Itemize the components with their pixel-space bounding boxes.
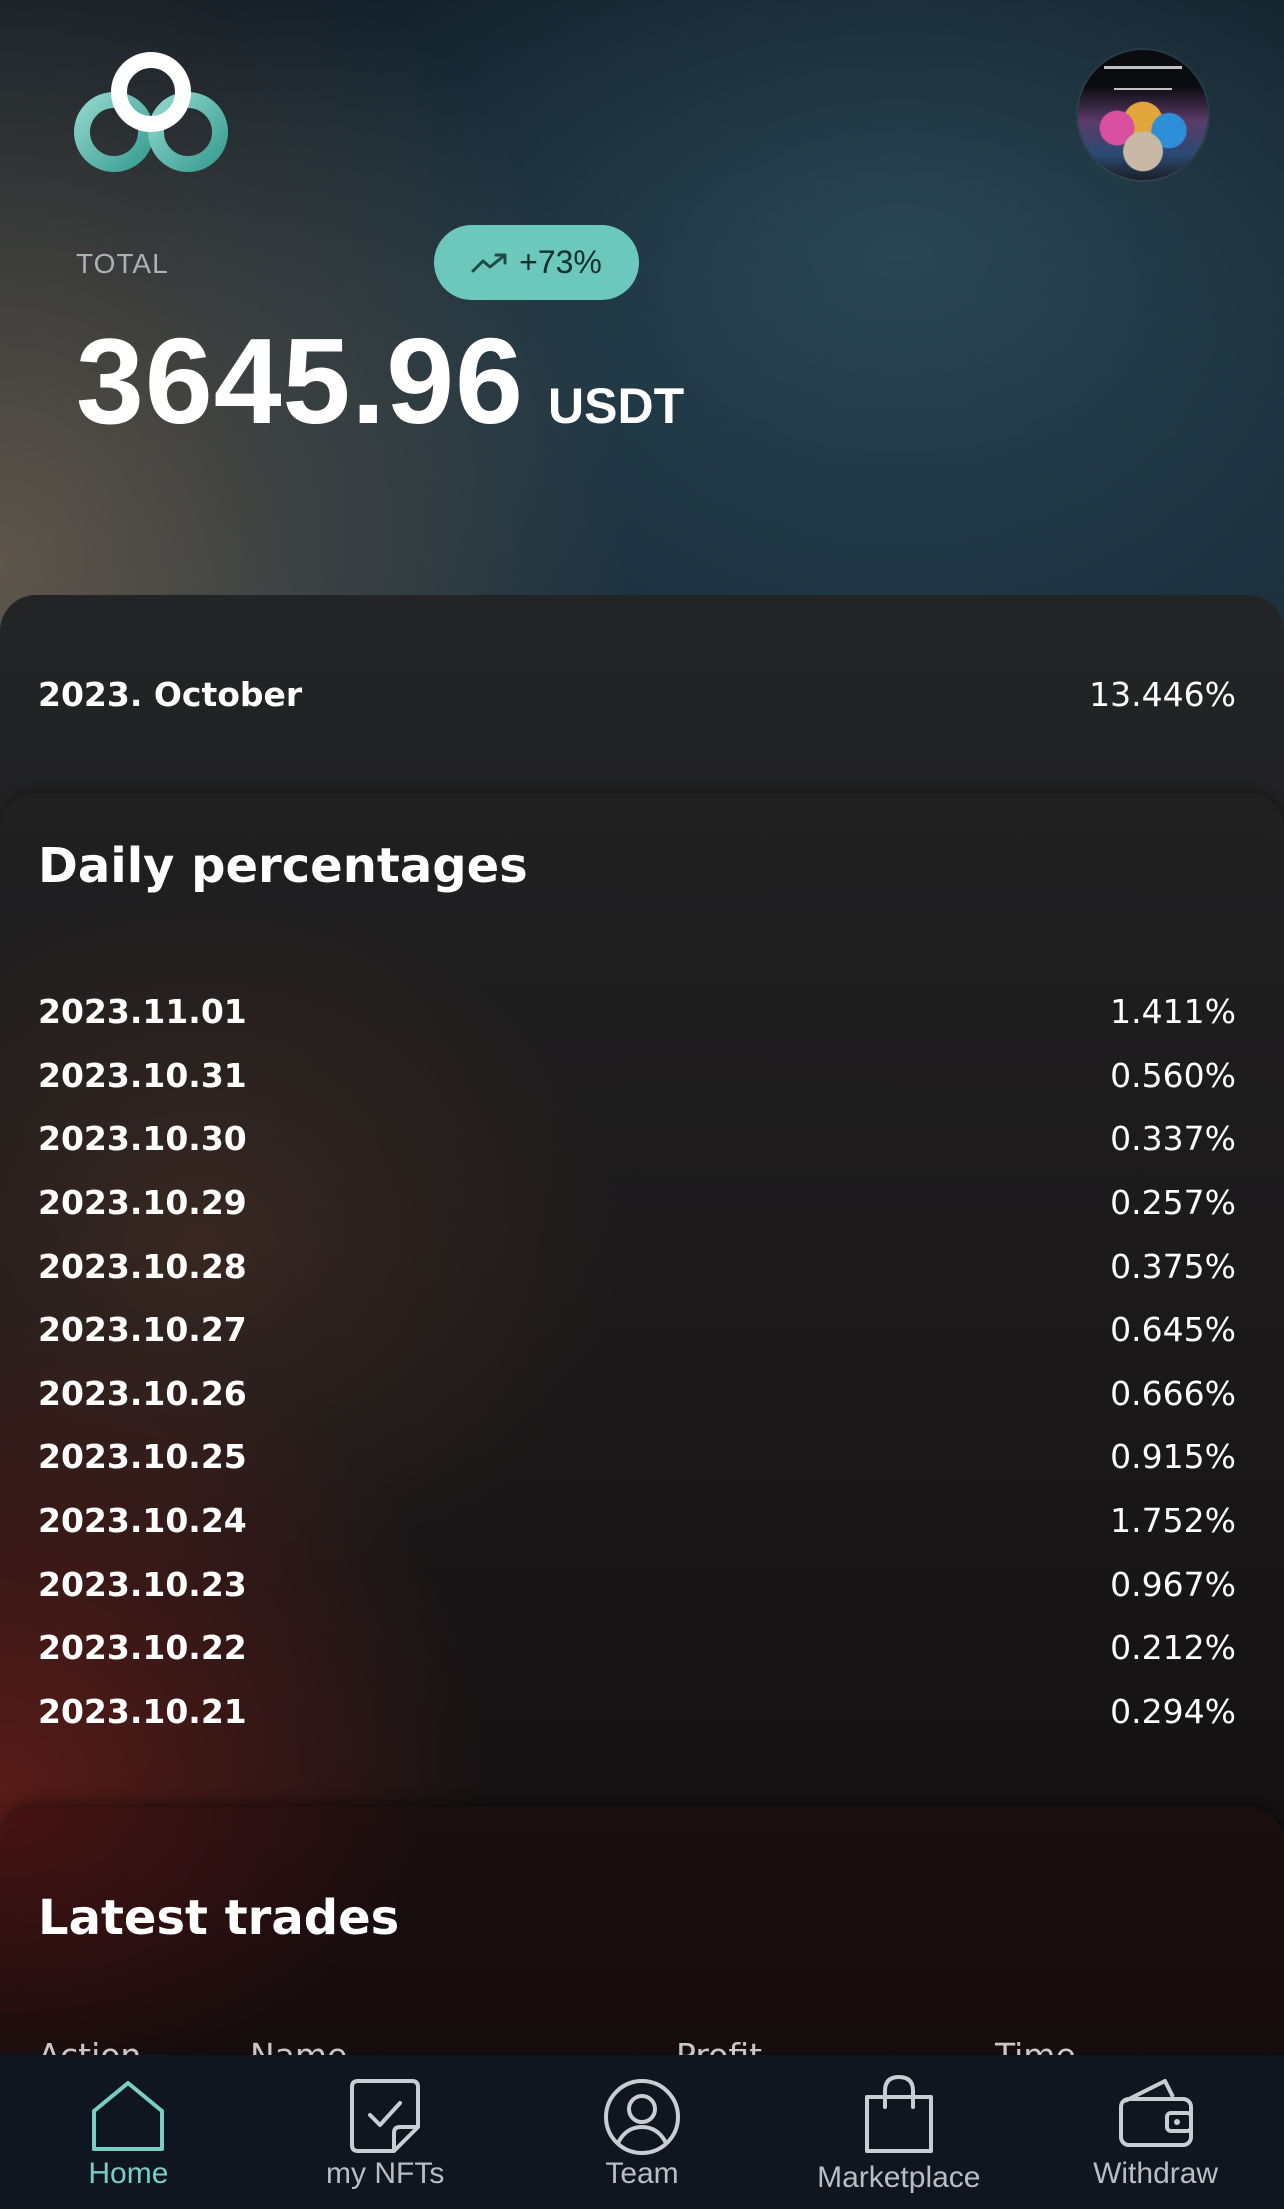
daily-row: 2023.10.22 0.212% bbox=[38, 1616, 1236, 1680]
shopping-bag-icon bbox=[864, 2074, 933, 2153]
app-logo bbox=[74, 52, 230, 174]
home-icon bbox=[92, 2081, 165, 2151]
daily-date: 2023.10.27 bbox=[38, 1310, 247, 1350]
daily-value: 1.752% bbox=[1110, 1501, 1236, 1541]
nav-home-label: Home bbox=[88, 2157, 169, 2190]
daily-value: 0.337% bbox=[1110, 1119, 1236, 1159]
latest-trades-title: Latest trades bbox=[38, 1890, 400, 1946]
daily-row: 2023.10.30 0.337% bbox=[38, 1107, 1236, 1171]
daily-date: 2023.10.24 bbox=[38, 1501, 247, 1541]
daily-value: 0.560% bbox=[1110, 1055, 1236, 1095]
daily-value: 0.645% bbox=[1110, 1310, 1236, 1350]
daily-date: 2023.11.01 bbox=[38, 992, 247, 1032]
daily-value: 0.967% bbox=[1110, 1564, 1236, 1604]
daily-value: 0.666% bbox=[1110, 1373, 1236, 1413]
daily-value: 1.411% bbox=[1110, 992, 1236, 1032]
daily-row: 2023.10.27 0.645% bbox=[38, 1298, 1236, 1362]
daily-value: 0.257% bbox=[1110, 1183, 1236, 1223]
nav-team-label: Team bbox=[605, 2157, 679, 2190]
nav-my-nfts-label: my NFTs bbox=[326, 2157, 445, 2190]
daily-row: 2023.10.21 0.294% bbox=[38, 1680, 1236, 1744]
daily-date: 2023.10.21 bbox=[38, 1691, 247, 1731]
daily-row: 2023.10.26 0.666% bbox=[38, 1362, 1236, 1426]
daily-percentages-title: Daily percentages bbox=[38, 838, 528, 894]
balance: 3645.96 USDT bbox=[76, 320, 684, 442]
change-badge: +73% bbox=[434, 225, 639, 300]
daily-value: 0.915% bbox=[1110, 1437, 1236, 1477]
daily-date: 2023.10.31 bbox=[38, 1055, 247, 1095]
wallet-icon bbox=[1118, 2079, 1193, 2147]
daily-date: 2023.10.22 bbox=[38, 1628, 247, 1668]
nav-marketplace-label: Marketplace bbox=[817, 2161, 981, 2194]
daily-row: 2023.10.24 1.752% bbox=[38, 1489, 1236, 1553]
month-percentage: 13.446% bbox=[1089, 675, 1236, 714]
daily-value: 0.294% bbox=[1110, 1691, 1236, 1731]
daily-row: 2023.10.25 0.915% bbox=[38, 1425, 1236, 1489]
nav-withdraw-label: Withdraw bbox=[1093, 2157, 1219, 2190]
daily-percentages-list: 2023.11.01 1.411% 2023.10.31 0.560% 2023.1… bbox=[38, 980, 1236, 1743]
daily-date: 2023.10.30 bbox=[38, 1119, 247, 1159]
nav-my-nfts[interactable]: my NFTs bbox=[257, 2055, 514, 2209]
nav-withdraw[interactable]: Withdraw bbox=[1027, 2055, 1284, 2209]
daily-date: 2023.10.29 bbox=[38, 1183, 247, 1223]
daily-row: 2023.11.01 1.411% bbox=[38, 980, 1236, 1044]
nav-home[interactable]: Home bbox=[0, 2055, 257, 2209]
daily-row: 2023.10.28 0.375% bbox=[38, 1234, 1236, 1298]
daily-value: 0.212% bbox=[1110, 1628, 1236, 1668]
daily-value: 0.375% bbox=[1110, 1246, 1236, 1286]
bottom-nav: Home my NFTs Team Marketplace Withdraw bbox=[0, 2055, 1284, 2209]
daily-date: 2023.10.23 bbox=[38, 1564, 247, 1604]
daily-row: 2023.10.31 0.560% bbox=[38, 1044, 1236, 1108]
balance-currency: USDT bbox=[548, 378, 685, 434]
daily-date: 2023.10.26 bbox=[38, 1373, 247, 1413]
daily-row: 2023.10.29 0.257% bbox=[38, 1171, 1236, 1235]
daily-date: 2023.10.25 bbox=[38, 1437, 247, 1477]
user-circle-icon bbox=[603, 2079, 680, 2155]
change-value: +73% bbox=[519, 244, 602, 280]
nft-check-icon bbox=[350, 2079, 421, 2153]
balance-amount: 3645.96 bbox=[76, 313, 524, 449]
trend-up-icon bbox=[471, 253, 507, 272]
nav-marketplace[interactable]: Marketplace bbox=[770, 2055, 1027, 2209]
daily-date: 2023.10.28 bbox=[38, 1246, 247, 1286]
total-label: TOTAL bbox=[76, 248, 169, 279]
month-title: 2023. October bbox=[38, 675, 303, 714]
nav-team[interactable]: Team bbox=[514, 2055, 771, 2209]
profile-avatar[interactable] bbox=[1078, 50, 1208, 180]
daily-row: 2023.10.23 0.967% bbox=[38, 1552, 1236, 1616]
